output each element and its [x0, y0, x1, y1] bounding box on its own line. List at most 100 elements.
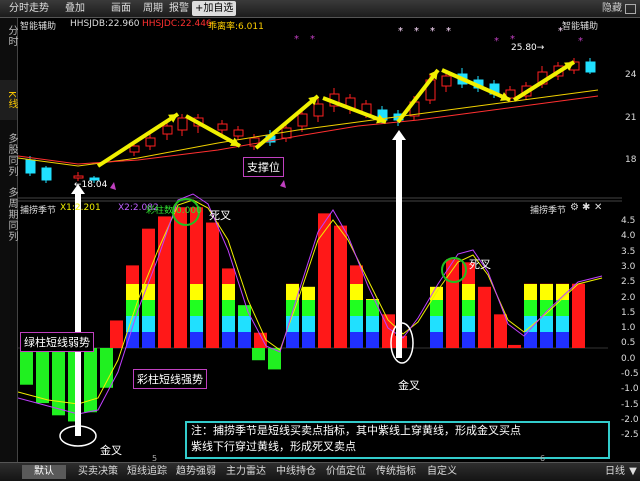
window-icon[interactable]: [625, 4, 636, 14]
period-select[interactable]: 日线: [603, 465, 627, 479]
osc-bar-colorband: [190, 316, 203, 332]
sidebar-tab-intraday[interactable]: 分时: [0, 22, 17, 50]
close-icon[interactable]: ✕: [594, 202, 602, 213]
osc-scale-tick: 2.5: [621, 277, 640, 287]
candle-body: [586, 62, 595, 72]
green-weak-label: 绿柱短线弱势: [20, 332, 94, 352]
toolbar-canvas[interactable]: 画面: [108, 1, 134, 16]
candle-body: [130, 146, 139, 152]
note-line-2: 紫线下行穿过黄线，形成死叉卖点: [191, 439, 604, 455]
sidebar-tab-multi-stock[interactable]: 多股同列: [0, 130, 17, 180]
osc-scale-tick: 1.5: [621, 308, 640, 318]
osc-bar-red: [508, 345, 521, 348]
osc-scale-tick: -2.0: [621, 415, 640, 425]
low-price-label: ←18.04: [74, 180, 107, 190]
osc-colorbar: 彩柱数:0.000: [146, 203, 202, 216]
trend-arrow-up-2: [256, 96, 318, 148]
high-price-label: 25.80→: [511, 43, 544, 53]
tab-mid-position[interactable]: 中线持仓: [272, 465, 320, 479]
candle-body: [234, 130, 243, 136]
chevron-down-icon[interactable]: ▼: [628, 465, 638, 479]
osc-bar-colorband: [302, 316, 315, 332]
osc-bar-colorband: [462, 284, 475, 300]
osc-scale-tick: -1.0: [621, 384, 640, 394]
osc-bar-colorband: [222, 316, 235, 332]
osc-right-label: 捕捞季节: [530, 203, 566, 216]
candle-body: [218, 124, 227, 130]
osc-bar-colorband: [556, 332, 569, 348]
sidebar-tab-kline[interactable]: K线: [0, 80, 17, 120]
osc-bar-colorband: [142, 316, 155, 332]
tab-value-position[interactable]: 价值定位: [322, 465, 370, 479]
osc-bar-colorband: [126, 284, 139, 300]
toolbar-period[interactable]: 周期: [140, 1, 166, 16]
osc-bar-colorband: [462, 316, 475, 332]
osc-bar-colorband: [540, 332, 553, 348]
golden-cross-label-2: 金叉: [398, 377, 420, 393]
candle-body: [26, 160, 35, 173]
star-marker: *: [294, 34, 299, 45]
kline-hhsjdb: HHSJDB:22.960: [70, 19, 140, 29]
tab-custom[interactable]: 自定义: [422, 465, 462, 479]
osc-bar-colorband: [350, 332, 363, 348]
candle-body: [74, 176, 83, 178]
toolbar-intraday[interactable]: 分时走势: [6, 1, 52, 16]
star-marker-white: *: [446, 26, 451, 37]
osc-bar-colorband: [366, 316, 379, 332]
osc-scale-tick: 3.5: [621, 247, 640, 257]
osc-bar-colorband: [350, 284, 363, 300]
add-watchlist-button[interactable]: +加自选: [192, 1, 236, 16]
tab-traditional[interactable]: 传统指标: [372, 465, 420, 479]
sidebar-tab-multi-period[interactable]: 多周期同列: [0, 186, 17, 242]
osc-bar-red: [174, 207, 187, 348]
osc-scale-tick: 4.0: [621, 231, 640, 241]
kline-scale-21: 21: [625, 113, 640, 123]
osc-bar-red: [206, 223, 219, 348]
tab-short-track[interactable]: 短线追踪: [124, 465, 170, 479]
color-strong-label: 彩柱短线强势: [133, 369, 207, 389]
osc-bar-red: [446, 259, 459, 348]
osc-bar-red-top: [142, 229, 155, 284]
candle-body: [442, 76, 451, 86]
osc-name: 捕捞季节: [20, 203, 56, 216]
osc-bar-colorband: [524, 300, 537, 316]
candle-body: [314, 104, 323, 116]
osc-bar-colorband: [430, 316, 443, 332]
osc-scale-tick: -0.5: [621, 369, 640, 379]
star-marker: *: [578, 36, 583, 47]
candle-body: [282, 128, 291, 138]
osc-scale-tick: 3.0: [621, 262, 640, 272]
osc-bar-red: [110, 320, 123, 348]
settings-icon[interactable]: ✱: [582, 202, 590, 213]
tab-trade-decision[interactable]: 买卖决策: [72, 465, 124, 479]
marker-triangle: [280, 180, 286, 188]
osc-bar-green: [20, 348, 33, 385]
left-sidebar: 分时 K线 多股同列 多周期同列: [0, 18, 18, 462]
kline-indicator-name: 智能辅助: [20, 19, 56, 32]
candle-body: [163, 126, 172, 134]
note-box: 注：捕捞季节是短线买卖点指标，其中紫线上穿黄线，形成金叉买点 紫线下行穿过黄线，…: [185, 421, 610, 459]
osc-scale-tick: 0.5: [621, 338, 640, 348]
osc-scale-tick: 2.0: [621, 293, 640, 303]
kline-ratio: 乖离率:6.011: [208, 19, 264, 32]
tab-trend-strength[interactable]: 趋势强弱: [172, 465, 220, 479]
osc-bar-colorband: [430, 332, 443, 348]
star-marker: *: [310, 34, 315, 45]
osc-bar-colorband: [190, 332, 203, 348]
osc-bar-colorband: [540, 316, 553, 332]
toolbar-overlay[interactable]: 叠加: [62, 1, 88, 16]
osc-bar-colorband: [462, 300, 475, 316]
kline-scale-24: 24: [625, 70, 640, 80]
tab-main-radar[interactable]: 主力雷达: [222, 465, 270, 479]
gear-icon[interactable]: ⚙: [570, 202, 579, 213]
osc-bar-colorband: [302, 287, 315, 300]
osc-bar-colorband: [524, 284, 537, 300]
tab-default[interactable]: 默认: [22, 465, 66, 479]
osc-bar-green: [52, 348, 65, 415]
osc-bar-colorband: [142, 300, 155, 316]
osc-bar-colorband: [286, 316, 299, 332]
osc-scale-tick: 1.0: [621, 323, 640, 333]
osc-bar-colorband: [366, 332, 379, 348]
toolbar-alert[interactable]: 报警: [166, 1, 192, 16]
hide-button[interactable]: 隐藏: [602, 1, 622, 16]
